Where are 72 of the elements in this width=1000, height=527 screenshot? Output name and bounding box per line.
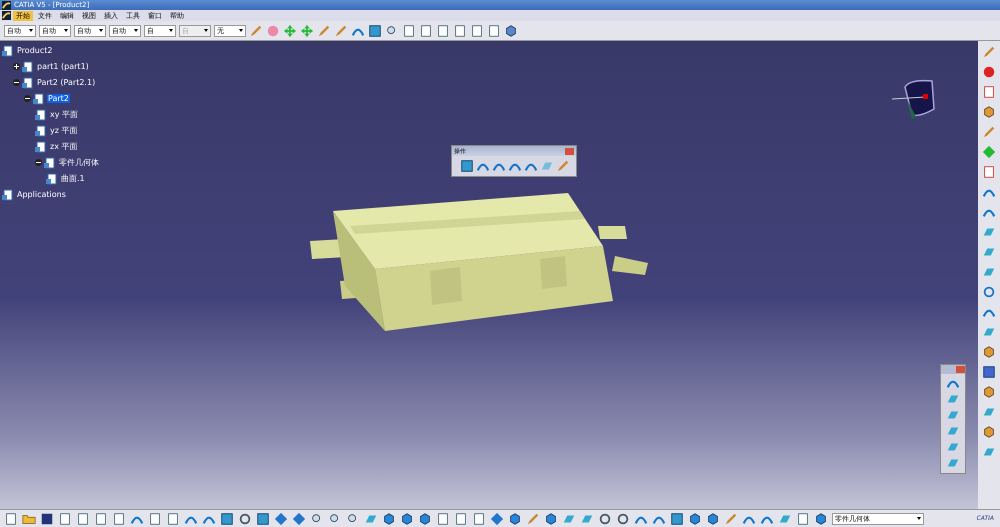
- pencil-icon[interactable]: [982, 125, 996, 139]
- tree-item[interactable]: xy 平面: [49, 109, 80, 120]
- expander-icon[interactable]: [24, 95, 31, 102]
- tree-node-icon: [22, 60, 34, 72]
- page-icon[interactable]: [402, 24, 416, 38]
- cube-icon[interactable]: [400, 512, 414, 526]
- tree-item[interactable]: 曲面.1: [60, 173, 86, 184]
- tree-node-icon: [35, 140, 47, 152]
- pencil-icon[interactable]: [317, 24, 331, 38]
- cube-icon[interactable]: [982, 425, 996, 439]
- tree-node-icon: [35, 108, 47, 120]
- caret-icon: [99, 29, 103, 32]
- tree-item[interactable]: part1 (part1): [36, 62, 90, 71]
- caret-icon: [134, 29, 138, 32]
- tree-node-icon: [46, 172, 58, 184]
- page-icon[interactable]: [76, 512, 90, 526]
- expander-icon[interactable]: [35, 159, 42, 166]
- caret-icon: [204, 29, 208, 32]
- cube-icon[interactable]: [982, 385, 996, 399]
- page-icon[interactable]: [470, 24, 484, 38]
- cube-icon[interactable]: [814, 512, 828, 526]
- tree-item[interactable]: Part2: [47, 94, 70, 103]
- page-icon[interactable]: [94, 512, 108, 526]
- caret-icon: [64, 29, 68, 32]
- pencil-icon[interactable]: [334, 24, 348, 38]
- caret-icon: [29, 29, 33, 32]
- caret-icon: [169, 29, 173, 32]
- cube-icon[interactable]: [544, 512, 558, 526]
- cube-icon[interactable]: [688, 512, 702, 526]
- cube-icon[interactable]: [382, 512, 396, 526]
- page-icon[interactable]: [166, 512, 180, 526]
- tree-node-icon: [44, 156, 56, 168]
- tree-node-icon: [2, 188, 14, 200]
- tree-item[interactable]: yz 平面: [49, 125, 78, 136]
- page-icon[interactable]: [436, 24, 450, 38]
- cube-icon[interactable]: [982, 345, 996, 359]
- caret-icon: [917, 517, 921, 520]
- expander-icon[interactable]: [13, 79, 20, 86]
- close-icon[interactable]: [982, 65, 996, 79]
- cube-icon[interactable]: [504, 24, 518, 38]
- tree-node-icon: [33, 92, 45, 104]
- page-icon[interactable]: [453, 24, 467, 38]
- expander-icon[interactable]: [13, 63, 20, 70]
- tree-item[interactable]: Applications: [16, 190, 67, 199]
- cube-icon[interactable]: [418, 512, 432, 526]
- page-icon[interactable]: [454, 512, 468, 526]
- tree-item[interactable]: Part2 (Part2.1): [36, 78, 96, 87]
- cube-icon[interactable]: [508, 512, 522, 526]
- app-icon: [2, 0, 11, 10]
- app-icon[interactable]: [2, 11, 11, 20]
- close-button[interactable]: [565, 148, 574, 154]
- tree-item[interactable]: Product2: [16, 46, 54, 55]
- page-icon[interactable]: [419, 24, 433, 38]
- page-icon[interactable]: [4, 512, 18, 526]
- tree-item[interactable]: zx 平面: [49, 141, 78, 152]
- page-icon[interactable]: [796, 512, 810, 526]
- caret-icon: [239, 29, 243, 32]
- page-icon[interactable]: [58, 512, 72, 526]
- page-icon[interactable]: [487, 24, 501, 38]
- page-icon[interactable]: [982, 85, 996, 99]
- pencil-icon[interactable]: [982, 45, 996, 59]
- cube-icon[interactable]: [982, 105, 996, 119]
- cube-icon[interactable]: [706, 512, 720, 526]
- page-icon[interactable]: [982, 165, 996, 179]
- page-icon[interactable]: [148, 512, 162, 526]
- tree-item[interactable]: 零件几何体: [58, 157, 100, 168]
- tree-node-icon: [35, 124, 47, 136]
- page-icon[interactable]: [436, 512, 450, 526]
- tree-node-icon: [2, 44, 14, 56]
- page-icon[interactable]: [112, 512, 126, 526]
- tree-node-icon: [22, 76, 34, 88]
- page-icon[interactable]: [472, 512, 486, 526]
